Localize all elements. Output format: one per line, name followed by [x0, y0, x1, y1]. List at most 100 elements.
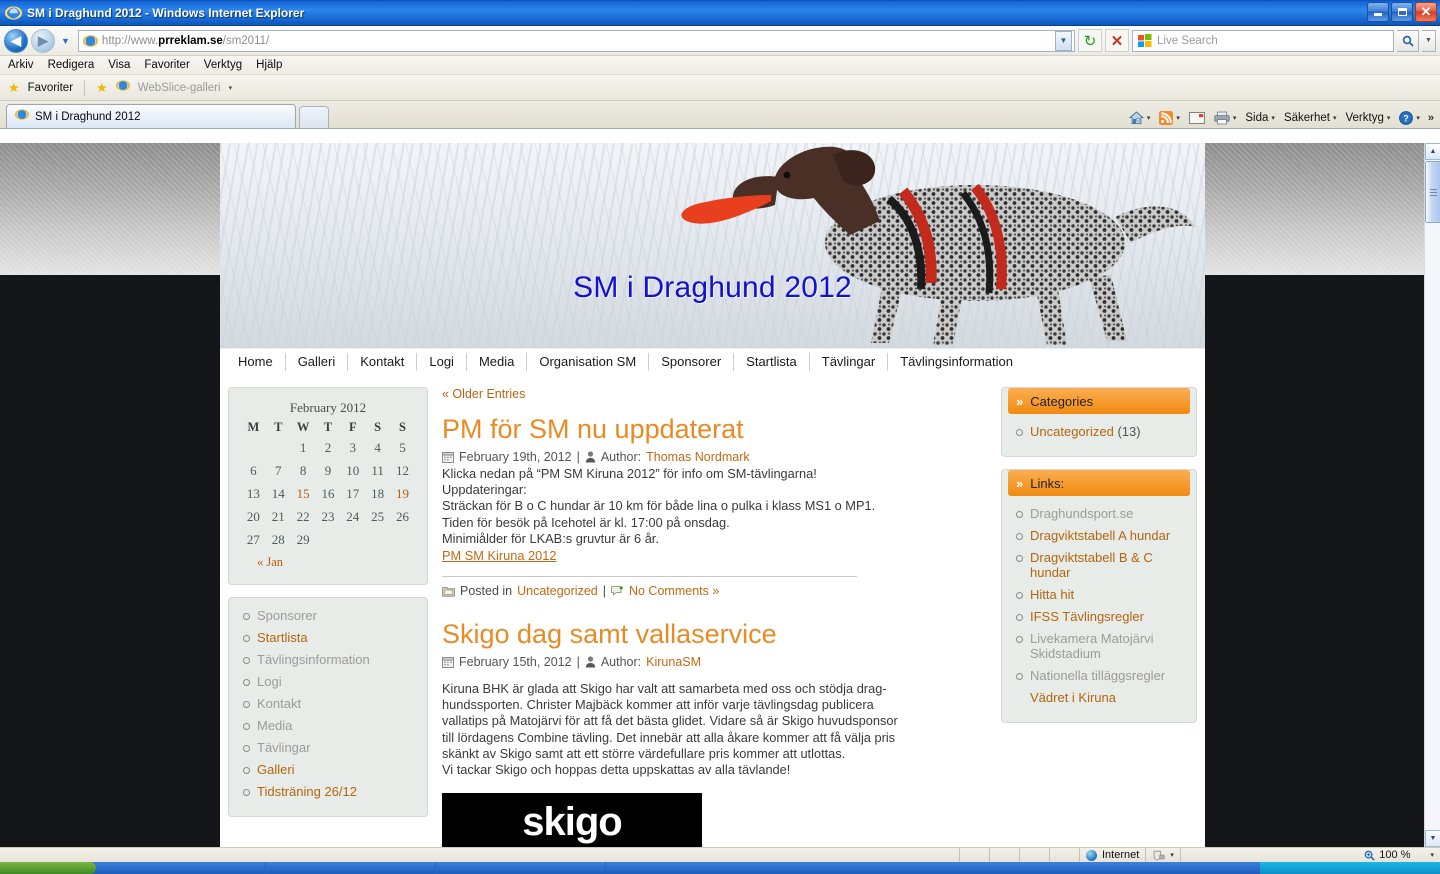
calendar-icon — [442, 656, 454, 668]
help-menu[interactable]: ? ▾ — [1396, 111, 1423, 125]
post-article: Skigo dag samt vallaservice February 15t… — [442, 619, 979, 847]
scroll-down-button[interactable]: ▼ — [1425, 830, 1440, 847]
print-caret-icon[interactable]: ▾ — [1233, 114, 1237, 122]
scroll-up-button[interactable]: ▲ — [1425, 143, 1440, 160]
menu-item-redigera[interactable]: Redigera — [48, 59, 95, 71]
zoom-caret-icon[interactable]: ▾ — [1430, 851, 1434, 859]
post-date: February 19th, 2012 — [459, 449, 572, 464]
security-zone[interactable]: Internet — [1080, 847, 1147, 863]
maximize-button[interactable] — [1391, 2, 1413, 22]
stop-button[interactable]: ✕ — [1105, 29, 1129, 52]
left-menu-item-startlista[interactable]: Startlista — [257, 630, 308, 645]
post-author-link[interactable]: KirunaSM — [646, 655, 701, 669]
left-menu-item-tavlingsinformation[interactable]: Tävlingsinformation — [257, 652, 370, 667]
post-attachment-link[interactable]: PM SM Kiruna 2012 — [442, 548, 979, 563]
nav-item-galleri[interactable]: Galleri — [286, 353, 349, 371]
url-bar[interactable]: http://www.prreklam.se/sm2011/ ▼ — [77, 29, 1075, 52]
link-hitta-hit[interactable]: Hitta hit — [1030, 587, 1074, 602]
tools-menu[interactable]: Verktyg ▾ — [1342, 112, 1393, 124]
protected-mode-caret-icon[interactable]: ▾ — [1170, 851, 1174, 859]
webslice-gallery-label[interactable]: WebSlice-galleri — [138, 82, 221, 94]
nav-item-sponsorer[interactable]: Sponsorer — [649, 353, 735, 371]
nav-item-kontakt[interactable]: Kontakt — [348, 353, 418, 371]
help-icon: ? — [1399, 111, 1414, 125]
menu-item-visa[interactable]: Visa — [108, 59, 130, 71]
link-dragviktstabell-a[interactable]: Dragviktstabell A hundar — [1030, 528, 1170, 543]
left-menu-item-tavlingar[interactable]: Tävlingar — [257, 740, 310, 755]
new-tab-button[interactable] — [299, 106, 329, 128]
close-button[interactable]: ✕ — [1415, 2, 1437, 22]
forward-button[interactable]: ▶ — [31, 28, 55, 53]
nav-item-startlista[interactable]: Startlista — [734, 353, 810, 371]
page-scrollbar-vertical[interactable]: ▲ ▼ — [1424, 143, 1440, 847]
minimize-button[interactable] — [1367, 2, 1389, 22]
nav-item-home[interactable]: Home — [226, 353, 286, 371]
link-nationella-tillaggsregler[interactable]: Nationella tilläggsregler — [1030, 668, 1165, 683]
home-caret-icon[interactable]: ▾ — [1147, 114, 1151, 122]
tab-sm-i-draghund-2012[interactable]: SM i Draghund 2012 — [6, 104, 296, 128]
post-category-link[interactable]: Uncategorized — [517, 584, 598, 598]
calendar-day-link[interactable]: 15 — [291, 482, 316, 505]
taskbar-item[interactable] — [436, 862, 606, 874]
left-menu-item-logi[interactable]: Logi — [257, 674, 282, 689]
favorites-button-label[interactable]: Favoriter — [28, 82, 73, 94]
left-menu-item-kontakt[interactable]: Kontakt — [257, 696, 301, 711]
print-button[interactable]: ▾ — [1211, 111, 1240, 125]
taskbar-item[interactable] — [266, 862, 436, 874]
category-link-uncategorized[interactable]: Uncategorized — [1030, 424, 1114, 439]
webslice-caret-icon[interactable]: ▾ — [229, 84, 233, 92]
menu-item-favoriter[interactable]: Favoriter — [144, 59, 189, 71]
nav-item-logi[interactable]: Logi — [417, 353, 467, 371]
post-comments-link[interactable]: No Comments » — [629, 584, 719, 598]
refresh-button[interactable]: ↻ — [1078, 29, 1102, 52]
back-button[interactable]: ◀ — [4, 28, 28, 53]
nav-item-organisation-sm[interactable]: Organisation SM — [527, 353, 650, 371]
search-submit-button[interactable] — [1397, 29, 1419, 52]
calendar-prev-month-link[interactable]: « Jan — [241, 555, 415, 570]
calendar-day-link[interactable]: 19 — [390, 482, 415, 505]
home-button[interactable]: ▾ — [1126, 111, 1154, 125]
link-dragviktstabell-bc[interactable]: Dragviktstabell B & C hundar — [1030, 550, 1153, 580]
nav-item-tavlingsinformation[interactable]: Tävlingsinformation — [888, 353, 1025, 371]
add-to-favorites-icon[interactable]: ★ — [96, 80, 108, 96]
post-title[interactable]: Skigo dag samt vallaservice — [442, 619, 979, 650]
link-draghundsport[interactable]: Draghundsport.se — [1030, 506, 1133, 521]
left-menu-item-tidstraning[interactable]: Tidsträning 26/12 — [257, 784, 357, 799]
command-bar-overflow-icon[interactable]: » — [1428, 112, 1434, 124]
system-tray[interactable] — [1260, 862, 1440, 874]
menu-item-arkiv[interactable]: Arkiv — [8, 59, 34, 71]
older-entries-link[interactable]: « Older Entries — [442, 387, 979, 401]
mail-button[interactable] — [1186, 112, 1208, 124]
help-caret-icon[interactable]: ▾ — [1416, 114, 1420, 122]
post-author-link[interactable]: Thomas Nordmark — [646, 450, 750, 464]
safety-menu[interactable]: Säkerhet ▾ — [1281, 112, 1340, 124]
start-button[interactable] — [0, 862, 96, 874]
menu-item-hjalp[interactable]: Hjälp — [256, 59, 282, 71]
protected-mode-cell[interactable]: ▾ — [1146, 847, 1181, 863]
url-dropdown-caret-icon[interactable]: ▼ — [1055, 30, 1072, 51]
post-author-prefix: Author: — [600, 449, 642, 464]
zoom-control[interactable]: 100 % ▾ — [1358, 849, 1440, 861]
link-vadret-i-kiruna[interactable]: Vädret i Kiruna — [1030, 690, 1116, 705]
calendar-day: 21 — [271, 509, 285, 524]
recent-pages-caret-icon[interactable]: ▼ — [58, 36, 73, 46]
search-input[interactable]: Live Search — [1132, 29, 1394, 52]
post-title[interactable]: PM för SM nu uppdaterat — [442, 414, 979, 445]
link-livekamera[interactable]: Livekamera Matojärvi Skidstadium — [1030, 631, 1154, 661]
scrollbar-thumb[interactable] — [1425, 161, 1440, 223]
feeds-caret-icon[interactable]: ▾ — [1176, 114, 1180, 122]
taskbar-item[interactable] — [96, 862, 266, 874]
left-menu-item-galleri[interactable]: Galleri — [257, 762, 295, 777]
nav-item-media[interactable]: Media — [467, 353, 528, 371]
left-menu-item-media[interactable]: Media — [257, 718, 292, 733]
calendar-day: 23 — [321, 509, 335, 524]
feeds-button[interactable]: ▾ — [1156, 111, 1183, 125]
left-menu-item-sponsorer[interactable]: Sponsorer — [257, 608, 317, 623]
scrollbar-grip-icon — [1429, 188, 1437, 196]
page-menu[interactable]: Sida ▾ — [1242, 112, 1278, 124]
calendar-day: 7 — [275, 463, 282, 478]
nav-item-tavlingar[interactable]: Tävlingar — [810, 353, 889, 371]
link-ifss-tavlingsregler[interactable]: IFSS Tävlingsregler — [1030, 609, 1144, 624]
menu-item-verktyg[interactable]: Verktyg — [204, 59, 242, 71]
search-options-caret-icon[interactable]: ▼ — [1422, 29, 1436, 52]
